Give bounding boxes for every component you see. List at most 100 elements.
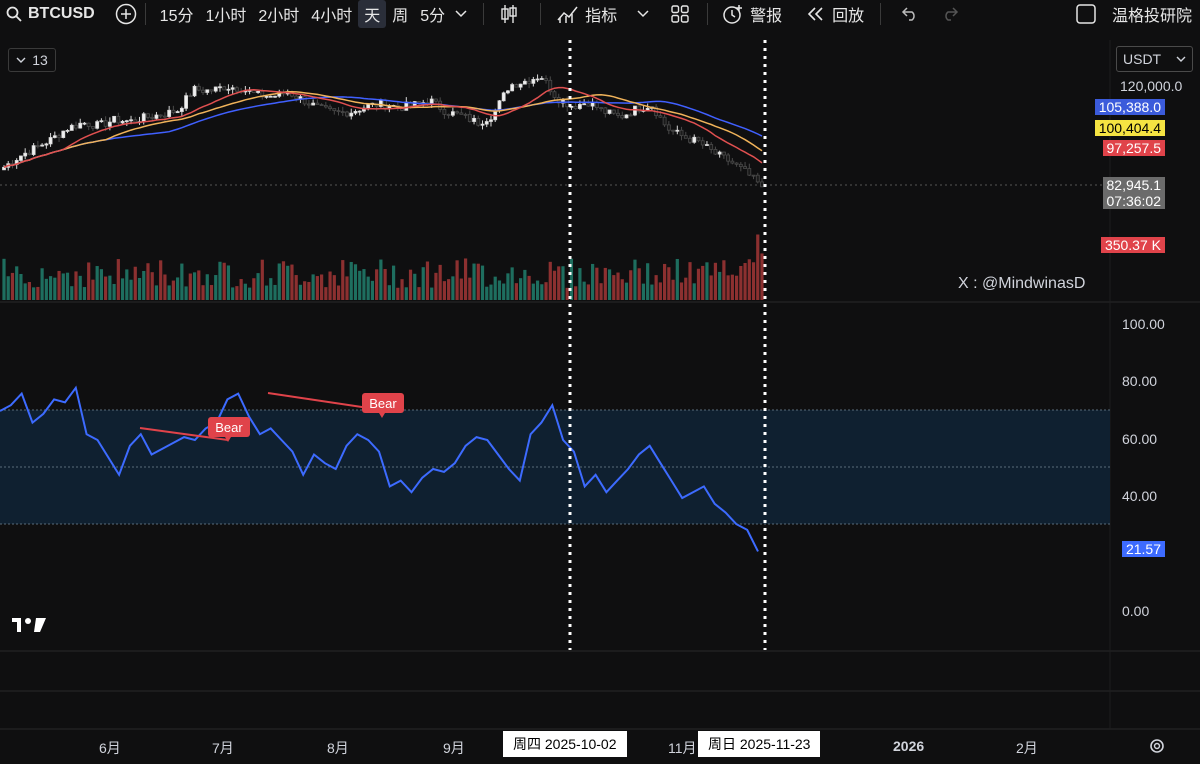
volume-bar xyxy=(603,267,607,300)
candle-body xyxy=(226,88,231,91)
candle-body xyxy=(44,143,49,146)
volume-bar xyxy=(400,279,404,300)
candle-body xyxy=(256,90,260,93)
volume-bar xyxy=(620,279,624,300)
candle-body xyxy=(662,116,667,126)
price-chart[interactable]: Bear Bear 120,000.0 100.00 80.00 60.00 4… xyxy=(0,0,1200,764)
candle-body xyxy=(730,160,735,164)
volume-bar xyxy=(362,269,366,300)
month-label: 11月 xyxy=(668,740,697,756)
candle-body xyxy=(175,111,180,114)
volume-bar xyxy=(548,261,552,300)
candle-body xyxy=(133,119,138,123)
candle-body xyxy=(196,85,201,91)
candle-body xyxy=(65,130,70,132)
volume-bar xyxy=(641,283,646,300)
candle-body xyxy=(340,111,345,114)
volume-bar xyxy=(353,264,358,300)
candle-body xyxy=(755,174,760,183)
volume-bar xyxy=(2,258,6,300)
volume-bar xyxy=(726,275,730,300)
volume-bar xyxy=(544,282,548,300)
volume-bar xyxy=(713,262,718,300)
candle-body xyxy=(450,111,455,116)
candle-body xyxy=(336,110,341,113)
candle-body xyxy=(539,78,544,80)
volume-bar xyxy=(260,259,264,300)
candle-body xyxy=(518,83,523,88)
candle-body xyxy=(40,144,45,147)
volume-bar xyxy=(336,285,341,300)
volume-bar xyxy=(506,273,510,300)
volume-bar xyxy=(514,283,518,300)
candle-body xyxy=(167,109,172,117)
candle-body xyxy=(179,107,184,112)
candle-body xyxy=(23,152,28,157)
candle-body xyxy=(31,145,36,155)
svg-text:Bear: Bear xyxy=(215,420,243,435)
volume-bar xyxy=(184,286,188,300)
volume-bar xyxy=(243,283,247,300)
candle-body xyxy=(467,113,472,122)
volume-bar xyxy=(57,270,61,300)
candle-body xyxy=(607,109,612,114)
volume-bar xyxy=(751,262,756,300)
candle-body xyxy=(205,89,210,93)
candle-body xyxy=(578,103,582,109)
candle-body xyxy=(573,105,578,109)
candle-body xyxy=(514,84,519,88)
candle-body xyxy=(27,152,32,155)
candle-body xyxy=(683,135,688,139)
candle-body xyxy=(235,87,239,92)
volume-bar xyxy=(95,266,99,300)
candle-body xyxy=(616,112,620,116)
candle-body xyxy=(489,119,493,122)
volume-bar xyxy=(447,279,451,300)
candle-body xyxy=(603,107,608,114)
candle-body xyxy=(218,86,222,89)
candle-body xyxy=(501,92,506,102)
candle-body xyxy=(671,129,675,132)
volume-bar xyxy=(760,253,764,300)
candle-body xyxy=(48,137,53,145)
month-label: 8月 xyxy=(327,740,349,756)
candle-body xyxy=(721,151,726,156)
candle-body xyxy=(357,110,362,113)
candle-body xyxy=(527,80,531,84)
volume-bar xyxy=(235,286,239,300)
volume-bar xyxy=(455,260,459,300)
volume-bar xyxy=(535,280,540,300)
volume-bar xyxy=(358,270,362,300)
candle-body xyxy=(141,113,146,123)
volume-bar xyxy=(239,279,243,300)
volume-bar xyxy=(696,268,701,300)
volume-bar xyxy=(574,286,578,300)
candle-body xyxy=(531,79,536,84)
volume-bar xyxy=(146,263,150,300)
volume-bar xyxy=(23,283,27,300)
candle-body xyxy=(535,78,540,81)
volume-bar xyxy=(27,281,32,300)
gear-icon[interactable] xyxy=(1150,739,1164,753)
volume-bar xyxy=(273,284,277,300)
candle-body xyxy=(74,124,78,129)
volume-bar xyxy=(519,278,523,300)
volume-bar xyxy=(586,284,590,300)
volume-bar xyxy=(294,275,298,300)
ma-blue-line xyxy=(3,96,763,168)
volume-bar xyxy=(36,286,40,300)
volume-bar xyxy=(718,271,722,300)
candle-body xyxy=(738,163,743,167)
volume-bar xyxy=(747,259,751,300)
candle-body xyxy=(328,106,332,109)
candle-body xyxy=(522,80,527,85)
volume-bar xyxy=(599,283,603,300)
volume-bar xyxy=(654,275,658,300)
rsi-band xyxy=(0,410,1110,524)
candle-body xyxy=(120,120,125,124)
candle-body xyxy=(86,122,91,127)
volume-bar xyxy=(74,271,78,300)
candle-body xyxy=(163,115,167,118)
volume-bar xyxy=(675,258,679,300)
candle-body xyxy=(154,114,159,119)
